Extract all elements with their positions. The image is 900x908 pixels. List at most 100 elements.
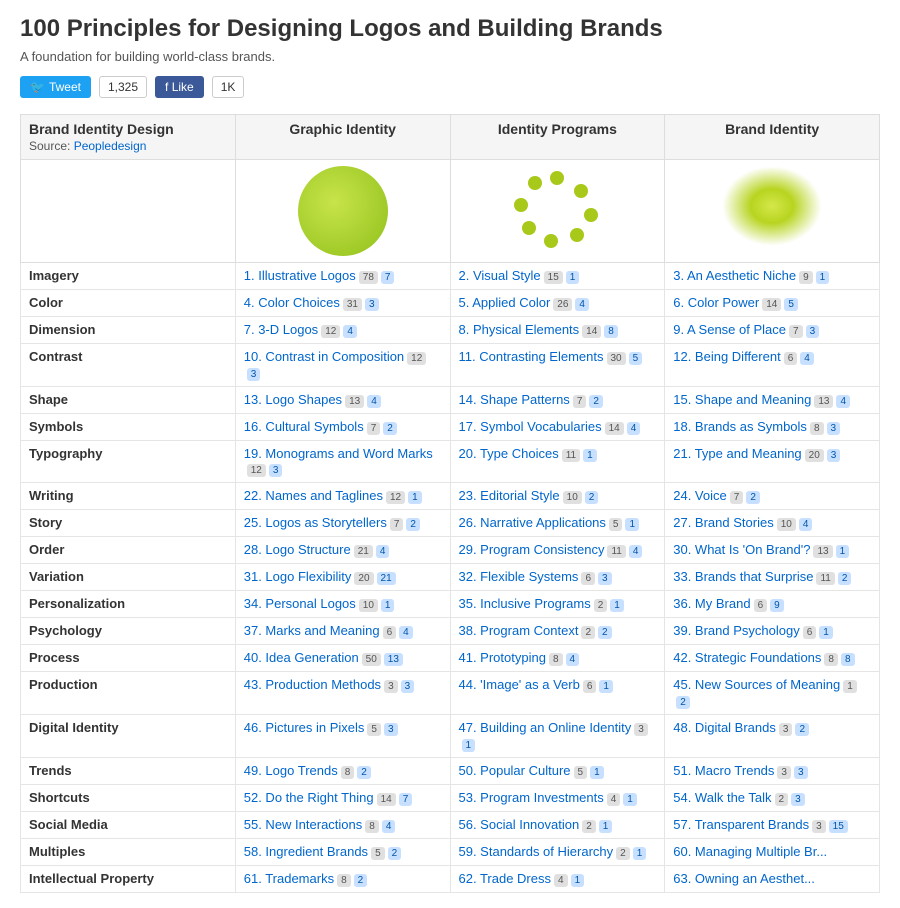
row8-c3-link[interactable]: 26. Narrative Applications bbox=[459, 515, 606, 530]
row4-c4-link[interactable]: 15. Shape and Meaning bbox=[673, 392, 811, 407]
category-cell: Variation bbox=[21, 564, 236, 591]
row11-c4-link[interactable]: 36. My Brand bbox=[673, 596, 750, 611]
col1-source: Source: Peopledesign bbox=[29, 139, 146, 153]
row13-c2-link[interactable]: 40. Idea Generation bbox=[244, 650, 359, 665]
row14-c3-link[interactable]: 44. 'Image' as a Verb bbox=[459, 677, 580, 692]
row10-c2-link[interactable]: 31. Logo Flexibility bbox=[244, 569, 352, 584]
row17-c2-badge2: 7 bbox=[399, 793, 413, 806]
row7-c3-link[interactable]: 23. Editorial Style bbox=[459, 488, 560, 503]
table-row: Dimension7. 3-D Logos1248. Physical Elem… bbox=[21, 317, 880, 344]
row9-c4-link[interactable]: 30. What Is 'On Brand'? bbox=[673, 542, 810, 557]
row4-c3: 14. Shape Patterns72 bbox=[450, 387, 665, 414]
like-button[interactable]: f Like bbox=[155, 76, 204, 98]
row13-c4-link[interactable]: 42. Strategic Foundations bbox=[673, 650, 821, 665]
row13-c3-badge2: 4 bbox=[566, 653, 580, 666]
category-cell: Personalization bbox=[21, 591, 236, 618]
row15-c2-link[interactable]: 46. Pictures in Pixels bbox=[244, 720, 365, 735]
glow-brand-icon bbox=[722, 166, 822, 246]
row15-c3-link[interactable]: 47. Building an Online Identity bbox=[459, 720, 632, 735]
row20-c3-link[interactable]: 62. Trade Dress bbox=[459, 871, 552, 886]
row8-c2-link[interactable]: 25. Logos as Storytellers bbox=[244, 515, 387, 530]
row0-c3-badge2: 1 bbox=[566, 271, 580, 284]
row11-c3-link[interactable]: 35. Inclusive Programs bbox=[459, 596, 591, 611]
like-icon: f bbox=[165, 80, 168, 94]
row1-c4-link[interactable]: 6. Color Power bbox=[673, 295, 759, 310]
row17-c2-link[interactable]: 52. Do the Right Thing bbox=[244, 790, 374, 805]
dot-6 bbox=[514, 198, 528, 212]
like-label: Like bbox=[172, 80, 194, 94]
row17-c3-link[interactable]: 53. Program Investments bbox=[459, 790, 604, 805]
row3-c4-link[interactable]: 12. Being Different bbox=[673, 349, 780, 364]
row2-c4-link[interactable]: 9. A Sense of Place bbox=[673, 322, 786, 337]
row13-c3-link[interactable]: 41. Prototyping bbox=[459, 650, 546, 665]
row7-c4-link[interactable]: 24. Voice bbox=[673, 488, 727, 503]
row0-c4-badge2: 1 bbox=[816, 271, 830, 284]
row19-c3-badge1: 2 bbox=[616, 847, 630, 860]
row20-c3-badge2: 1 bbox=[571, 874, 585, 887]
row16-c3-link[interactable]: 50. Popular Culture bbox=[459, 763, 571, 778]
row20-c2-link[interactable]: 61. Trademarks bbox=[244, 871, 334, 886]
row6-c4-link[interactable]: 21. Type and Meaning bbox=[673, 446, 801, 461]
row14-c2-link[interactable]: 43. Production Methods bbox=[244, 677, 381, 692]
row5-c3-link[interactable]: 17. Symbol Vocabularies bbox=[459, 419, 602, 434]
row9-c3-link[interactable]: 29. Program Consistency bbox=[459, 542, 605, 557]
row15-c4-badge1: 3 bbox=[779, 723, 793, 736]
row8-c2-badge2: 2 bbox=[406, 518, 420, 531]
row14-c4-badge1: 1 bbox=[843, 680, 857, 693]
category-cell: Production bbox=[21, 672, 236, 715]
row3-c2-link[interactable]: 10. Contrast in Composition bbox=[244, 349, 404, 364]
row3-c3-link[interactable]: 11. Contrasting Elements bbox=[459, 349, 604, 364]
row2-c2-badge1: 12 bbox=[321, 325, 340, 338]
row6-c2-link[interactable]: 19. Monograms and Word Marks bbox=[244, 446, 433, 461]
row13-c2-badge1: 50 bbox=[362, 653, 381, 666]
row16-c4-link[interactable]: 51. Macro Trends bbox=[673, 763, 774, 778]
row6-c3-link[interactable]: 20. Type Choices bbox=[459, 446, 559, 461]
row6-c2-badge1: 12 bbox=[247, 464, 266, 477]
row19-c2-link[interactable]: 58. Ingredient Brands bbox=[244, 844, 368, 859]
row10-c4-link[interactable]: 33. Brands that Surprise bbox=[673, 569, 813, 584]
col4-header: Brand Identity bbox=[665, 115, 880, 160]
row16-c4: 51. Macro Trends33 bbox=[665, 758, 880, 785]
row12-c3-link[interactable]: 38. Program Context bbox=[459, 623, 579, 638]
row16-c2-link[interactable]: 49. Logo Trends bbox=[244, 763, 338, 778]
row14-c4-link[interactable]: 45. New Sources of Meaning bbox=[673, 677, 840, 692]
row4-c3-link[interactable]: 14. Shape Patterns bbox=[459, 392, 570, 407]
row6-c4: 21. Type and Meaning203 bbox=[665, 441, 880, 483]
row4-c2-link[interactable]: 13. Logo Shapes bbox=[244, 392, 342, 407]
row7-c2-link[interactable]: 22. Names and Taglines bbox=[244, 488, 383, 503]
row7-c4-badge2: 2 bbox=[746, 491, 760, 504]
row18-c2-link[interactable]: 55. New Interactions bbox=[244, 817, 363, 832]
row5-c2-link[interactable]: 16. Cultural Symbols bbox=[244, 419, 364, 434]
row19-c4-link[interactable]: 60. Managing Multiple Br... bbox=[673, 844, 827, 859]
row11-c2-link[interactable]: 34. Personal Logos bbox=[244, 596, 356, 611]
row9-c2-link[interactable]: 28. Logo Structure bbox=[244, 542, 351, 557]
row10-c3-link[interactable]: 32. Flexible Systems bbox=[459, 569, 579, 584]
peopledesign-link[interactable]: Peopledesign bbox=[74, 139, 147, 153]
table-row: Intellectual Property61. Trademarks8262.… bbox=[21, 866, 880, 893]
row17-c2-badge1: 14 bbox=[377, 793, 396, 806]
row17-c4-link[interactable]: 54. Walk the Talk bbox=[673, 790, 771, 805]
row18-c3-link[interactable]: 56. Social Innovation bbox=[459, 817, 580, 832]
row12-c2-link[interactable]: 37. Marks and Meaning bbox=[244, 623, 380, 638]
row0-c2-link[interactable]: 1. Illustrative Logos bbox=[244, 268, 356, 283]
row2-c2-link[interactable]: 7. 3-D Logos bbox=[244, 322, 318, 337]
row12-c4-link[interactable]: 39. Brand Psychology bbox=[673, 623, 799, 638]
row9-c2-badge2: 4 bbox=[376, 545, 390, 558]
tweet-button[interactable]: 🐦 Tweet bbox=[20, 76, 91, 98]
row13-c3: 41. Prototyping84 bbox=[450, 645, 665, 672]
row19-c3-link[interactable]: 59. Standards of Hierarchy bbox=[459, 844, 614, 859]
category-cell: Process bbox=[21, 645, 236, 672]
row16-c2-badge2: 2 bbox=[357, 766, 371, 779]
row18-c2-badge1: 8 bbox=[365, 820, 379, 833]
row0-c3-link[interactable]: 2. Visual Style bbox=[459, 268, 541, 283]
row8-c4-link[interactable]: 27. Brand Stories bbox=[673, 515, 773, 530]
row20-c4-link[interactable]: 63. Owning an Aesthet... bbox=[673, 871, 815, 886]
row2-c3-link[interactable]: 8. Physical Elements bbox=[459, 322, 580, 337]
row15-c4-link[interactable]: 48. Digital Brands bbox=[673, 720, 776, 735]
row1-c3-link[interactable]: 5. Applied Color bbox=[459, 295, 551, 310]
row18-c4-link[interactable]: 57. Transparent Brands bbox=[673, 817, 809, 832]
row0-c4-link[interactable]: 3. An Aesthetic Niche bbox=[673, 268, 796, 283]
row1-c2-link[interactable]: 4. Color Choices bbox=[244, 295, 340, 310]
row5-c4-link[interactable]: 18. Brands as Symbols bbox=[673, 419, 807, 434]
row12-c2: 37. Marks and Meaning64 bbox=[235, 618, 450, 645]
